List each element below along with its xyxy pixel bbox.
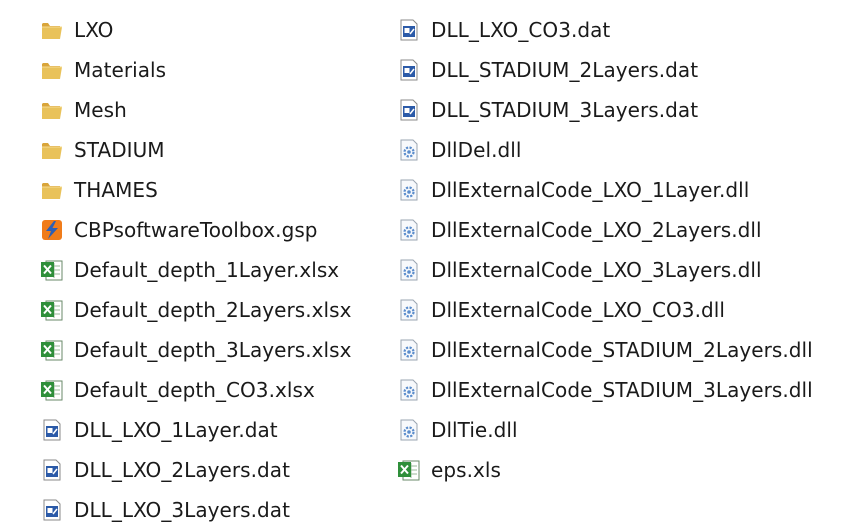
- item-label: Default_depth_1Layer.xlsx: [74, 258, 340, 282]
- file-item[interactable]: DllExternalCode_LXO_CO3.dll: [395, 290, 813, 330]
- dat-file-icon: [38, 416, 66, 444]
- excel-file-icon: [38, 336, 66, 364]
- file-item[interactable]: DLL_LXO_3Layers.dat: [38, 490, 352, 530]
- item-label: DllExternalCode_LXO_1Layer.dll: [431, 178, 750, 202]
- item-label: DllDel.dll: [431, 138, 522, 162]
- item-label: CBPsoftwareToolbox.gsp: [74, 218, 318, 242]
- file-item[interactable]: eps.xls: [395, 450, 813, 490]
- file-item[interactable]: DLL_STADIUM_3Layers.dat: [395, 90, 813, 130]
- item-label: DllTie.dll: [431, 418, 518, 442]
- file-item[interactable]: DllExternalCode_LXO_1Layer.dll: [395, 170, 813, 210]
- item-label: DllExternalCode_STADIUM_2Layers.dll: [431, 338, 813, 362]
- item-label: STADIUM: [74, 138, 165, 162]
- folder-icon: [38, 96, 66, 124]
- item-label: THAMES: [74, 178, 158, 202]
- item-label: eps.xls: [431, 458, 501, 482]
- folder-icon: [38, 136, 66, 164]
- dat-file-icon: [38, 496, 66, 524]
- item-label: DLL_LXO_CO3.dat: [431, 18, 611, 42]
- item-label: DLL_LXO_3Layers.dat: [74, 498, 290, 522]
- file-item[interactable]: DllTie.dll: [395, 410, 813, 450]
- file-item[interactable]: DLL_LXO_2Layers.dat: [38, 450, 352, 490]
- item-label: Default_depth_3Layers.xlsx: [74, 338, 352, 362]
- file-item[interactable]: DLL_STADIUM_2Layers.dat: [395, 50, 813, 90]
- dat-file-icon: [395, 16, 423, 44]
- folder-icon: [38, 16, 66, 44]
- folder-item[interactable]: THAMES: [38, 170, 352, 210]
- item-label: DLL_STADIUM_2Layers.dat: [431, 58, 699, 82]
- dat-file-icon: [395, 56, 423, 84]
- file-item[interactable]: DllExternalCode_LXO_2Layers.dll: [395, 210, 813, 250]
- dll-file-icon: [395, 336, 423, 364]
- file-item[interactable]: DllExternalCode_STADIUM_3Layers.dll: [395, 370, 813, 410]
- folder-icon: [38, 56, 66, 84]
- item-label: DllExternalCode_LXO_CO3.dll: [431, 298, 725, 322]
- excel-file-icon: [38, 376, 66, 404]
- folder-item[interactable]: LXO: [38, 10, 352, 50]
- item-label: Default_depth_2Layers.xlsx: [74, 298, 352, 322]
- excel-file-icon: [395, 456, 423, 484]
- dll-file-icon: [395, 416, 423, 444]
- item-label: DLL_LXO_2Layers.dat: [74, 458, 290, 482]
- file-item[interactable]: DLL_LXO_CO3.dat: [395, 10, 813, 50]
- file-item[interactable]: DllExternalCode_STADIUM_2Layers.dll: [395, 330, 813, 370]
- dll-file-icon: [395, 296, 423, 324]
- folder-item[interactable]: Mesh: [38, 90, 352, 130]
- file-item[interactable]: DLL_LXO_1Layer.dat: [38, 410, 352, 450]
- excel-file-icon: [38, 256, 66, 284]
- dll-file-icon: [395, 376, 423, 404]
- item-label: DllExternalCode_LXO_3Layers.dll: [431, 258, 762, 282]
- item-label: DLL_LXO_1Layer.dat: [74, 418, 278, 442]
- gsp-file-icon: [38, 216, 66, 244]
- item-label: LXO: [74, 18, 114, 42]
- file-item[interactable]: CBPsoftwareToolbox.gsp: [38, 210, 352, 250]
- dat-file-icon: [395, 96, 423, 124]
- file-item[interactable]: Default_depth_3Layers.xlsx: [38, 330, 352, 370]
- file-list-left-column: LXO Materials Mesh STADIUM THAMES CBPsoftware…: [38, 10, 352, 530]
- file-item[interactable]: Default_depth_2Layers.xlsx: [38, 290, 352, 330]
- file-list-right-column: DLL_LXO_CO3.dat DLL_STADIUM_2Layers.dat DL…: [395, 10, 813, 490]
- file-item[interactable]: DllExternalCode_LXO_3Layers.dll: [395, 250, 813, 290]
- dll-file-icon: [395, 136, 423, 164]
- item-label: Mesh: [74, 98, 127, 122]
- dll-file-icon: [395, 216, 423, 244]
- item-label: DllExternalCode_LXO_2Layers.dll: [431, 218, 762, 242]
- file-browser: { "files": { "left": [ {"name": "LXO", "…: [0, 0, 867, 531]
- dat-file-icon: [38, 456, 66, 484]
- dll-file-icon: [395, 176, 423, 204]
- file-item[interactable]: Default_depth_CO3.xlsx: [38, 370, 352, 410]
- item-label: Materials: [74, 58, 167, 82]
- file-item[interactable]: DllDel.dll: [395, 130, 813, 170]
- file-item[interactable]: Default_depth_1Layer.xlsx: [38, 250, 352, 290]
- item-label: DLL_STADIUM_3Layers.dat: [431, 98, 699, 122]
- excel-file-icon: [38, 296, 66, 324]
- item-label: DllExternalCode_STADIUM_3Layers.dll: [431, 378, 813, 402]
- folder-icon: [38, 176, 66, 204]
- folder-item[interactable]: STADIUM: [38, 130, 352, 170]
- folder-item[interactable]: Materials: [38, 50, 352, 90]
- item-label: Default_depth_CO3.xlsx: [74, 378, 315, 402]
- dll-file-icon: [395, 256, 423, 284]
